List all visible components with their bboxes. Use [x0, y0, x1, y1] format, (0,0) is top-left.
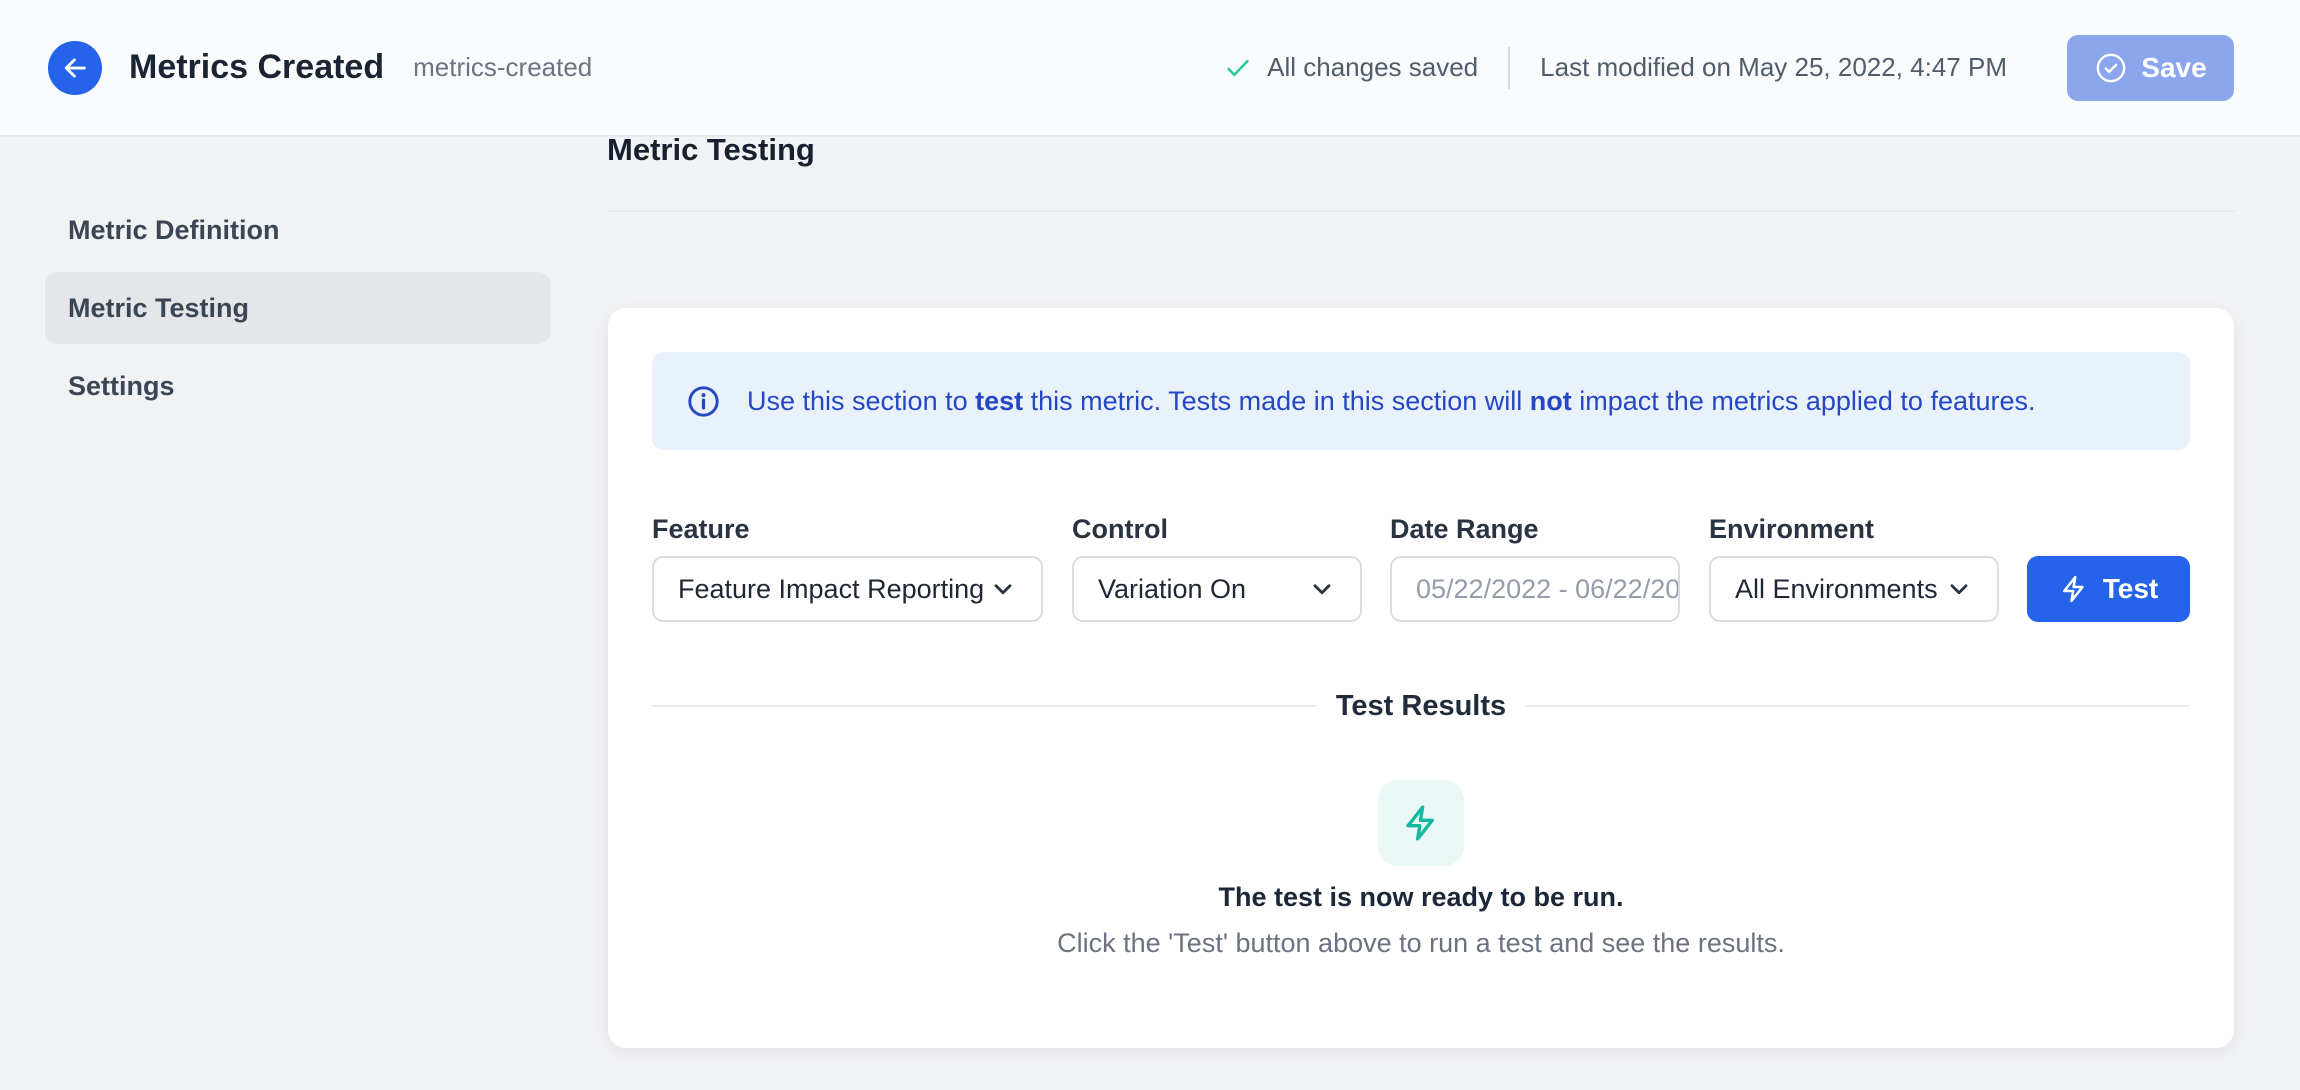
chevron-down-icon [1308, 575, 1336, 603]
page-title: Metrics Created [129, 48, 384, 87]
last-modified: Last modified on May 25, 2022, 4:47 PM [1540, 52, 2007, 83]
feature-label: Feature [652, 513, 1043, 545]
date-range-field: Date Range 05/22/2022 - 06/22/2022 [1390, 513, 1680, 622]
environment-select[interactable]: All Environments [1709, 556, 1999, 622]
test-results-header: Test Results [652, 677, 2190, 735]
header-status-group: All changes saved Last modified on May 2… [1223, 35, 2234, 101]
lightning-icon [1401, 803, 1441, 843]
control-label: Control [1072, 513, 1362, 545]
results-divider-left [652, 705, 1316, 707]
save-button[interactable]: Save [2067, 35, 2234, 101]
check-circle-icon [2094, 51, 2128, 85]
top-header: Metrics Created metrics-created All chan… [0, 0, 2300, 137]
control-field: Control Variation On [1072, 513, 1362, 622]
info-banner-text: Use this section to test this metric. Te… [747, 386, 2036, 417]
feature-select[interactable]: Feature Impact Reporting [652, 556, 1043, 622]
metric-testing-card: Use this section to test this metric. Te… [608, 308, 2234, 1048]
feature-value: Feature Impact Reporting [678, 574, 984, 605]
sidebar-item-metric-testing[interactable]: Metric Testing [45, 272, 550, 344]
environment-label: Environment [1709, 513, 1999, 545]
arrow-left-icon [60, 53, 90, 83]
ready-subtitle: Click the 'Test' button above to run a t… [608, 926, 2234, 960]
environment-field: Environment All Environments [1709, 513, 1999, 622]
save-label: Save [2141, 52, 2206, 84]
saved-check-icon [1223, 53, 1253, 83]
date-range-input[interactable]: 05/22/2022 - 06/22/2022 [1390, 556, 1680, 622]
back-button[interactable] [48, 41, 102, 95]
header-divider [1508, 47, 1510, 89]
environment-value: All Environments [1735, 574, 1938, 605]
test-results-heading: Test Results [1336, 690, 1506, 723]
lightning-icon [2059, 574, 2089, 604]
control-select[interactable]: Variation On [1072, 556, 1362, 622]
sidebar-item-settings[interactable]: Settings [45, 350, 550, 422]
section-heading: Metric Testing [607, 132, 815, 168]
chevron-down-icon [989, 575, 1017, 603]
saved-status: All changes saved [1267, 52, 1478, 83]
date-range-value: 05/22/2022 - 06/22/2022 [1416, 574, 1680, 605]
test-button-label: Test [2103, 573, 2159, 605]
results-divider-right [1526, 705, 2190, 707]
ready-title: The test is now ready to be run. [608, 880, 2234, 914]
metric-key: metrics-created [413, 52, 592, 83]
ready-icon-tile [1378, 780, 1464, 866]
feature-field: Feature Feature Impact Reporting [652, 513, 1043, 622]
date-range-label: Date Range [1390, 513, 1680, 545]
section-divider [607, 210, 2235, 212]
sidebar-item-metric-definition[interactable]: Metric Definition [45, 194, 550, 266]
chevron-down-icon [1945, 575, 1973, 603]
info-banner: Use this section to test this metric. Te… [652, 352, 2190, 450]
info-icon [686, 384, 721, 419]
control-value: Variation On [1098, 574, 1246, 605]
test-button[interactable]: Test [2027, 556, 2190, 622]
